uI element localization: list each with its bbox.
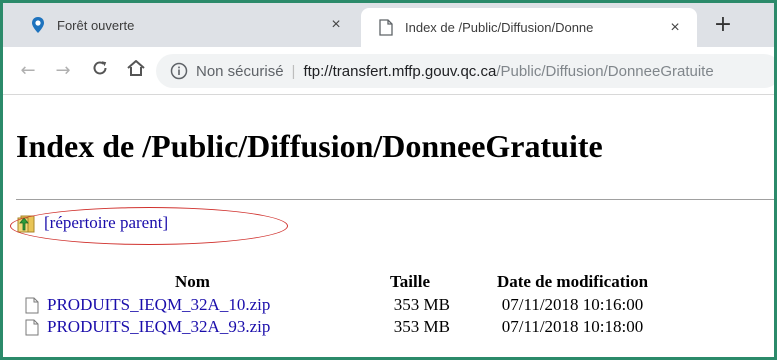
- table-header-row: Nom Taille Date de modification: [25, 272, 685, 294]
- file-date: 07/11/2018 10:18:00: [501, 317, 644, 336]
- horizontal-rule: [16, 199, 774, 200]
- address-bar[interactable]: Non sécurisé | ftp://transfert.mffp.gouv…: [156, 54, 774, 88]
- security-label: Non sécurisé: [196, 62, 284, 80]
- column-header-date[interactable]: Date de modification: [460, 272, 685, 294]
- file-name-cell: PRODUITS_IEQM_32A_93.zip: [25, 316, 360, 338]
- screenshot-frame: Forêt ouverte × Index de /Public/Diffusi…: [0, 0, 777, 360]
- file-link[interactable]: PRODUITS_IEQM_32A_93.zip: [47, 317, 270, 337]
- home-button[interactable]: [124, 59, 148, 83]
- file-date: 07/11/2018 10:16:00: [501, 295, 644, 314]
- url-host: ftp://transfert.mffp.gouv.qc.ca: [303, 62, 497, 80]
- annotation-ellipse: [10, 207, 288, 245]
- file-icon: [25, 297, 39, 313]
- file-size: 353 MB: [393, 317, 450, 336]
- new-tab-button[interactable]: +: [709, 12, 737, 40]
- location-pin-icon: [29, 16, 47, 34]
- home-icon: [127, 60, 145, 76]
- file-listing-table: Nom Taille Date de modification PRODUITS…: [25, 272, 685, 338]
- file-link[interactable]: PRODUITS_IEQM_32A_10.zip: [47, 295, 270, 315]
- file-size: 353 MB: [393, 295, 450, 314]
- browser-toolbar: ← → Non sécurisé | ftp://transfert.mffp.…: [3, 47, 774, 95]
- tab-title: Forêt ouverte: [57, 17, 135, 33]
- tab-strip: Forêt ouverte × Index de /Public/Diffusi…: [3, 3, 774, 47]
- close-tab-icon[interactable]: ×: [665, 19, 685, 37]
- close-tab-icon[interactable]: ×: [326, 16, 346, 34]
- column-header-name[interactable]: Nom: [25, 272, 360, 294]
- file-name-cell: PRODUITS_IEQM_32A_10.zip: [25, 294, 360, 316]
- tab-title: Index de /Public/Diffusion/Donne: [405, 20, 594, 35]
- reload-icon: [93, 61, 107, 75]
- forward-button[interactable]: →: [51, 59, 75, 83]
- back-button[interactable]: ←: [16, 59, 40, 83]
- document-icon: [377, 19, 395, 37]
- tab-index-listing[interactable]: Index de /Public/Diffusion/Donne ×: [361, 8, 697, 47]
- reload-button[interactable]: [88, 59, 112, 83]
- url-path: /Public/Diffusion/DonneeGratuite: [496, 62, 714, 80]
- column-header-size[interactable]: Taille: [360, 272, 460, 294]
- tab-foret-ouverte[interactable]: Forêt ouverte ×: [13, 6, 358, 44]
- page-title: Index de /Public/Diffusion/DonneeGratuit…: [16, 128, 603, 164]
- table-row: PRODUITS_IEQM_32A_10.zip 353 MB 07/11/20…: [25, 294, 685, 316]
- file-icon: [25, 319, 39, 335]
- page-content: Index de /Public/Diffusion/DonneeGratuit…: [3, 96, 774, 357]
- info-icon[interactable]: [170, 62, 188, 80]
- address-separator: |: [291, 62, 296, 80]
- table-row: PRODUITS_IEQM_32A_93.zip 353 MB 07/11/20…: [25, 316, 685, 338]
